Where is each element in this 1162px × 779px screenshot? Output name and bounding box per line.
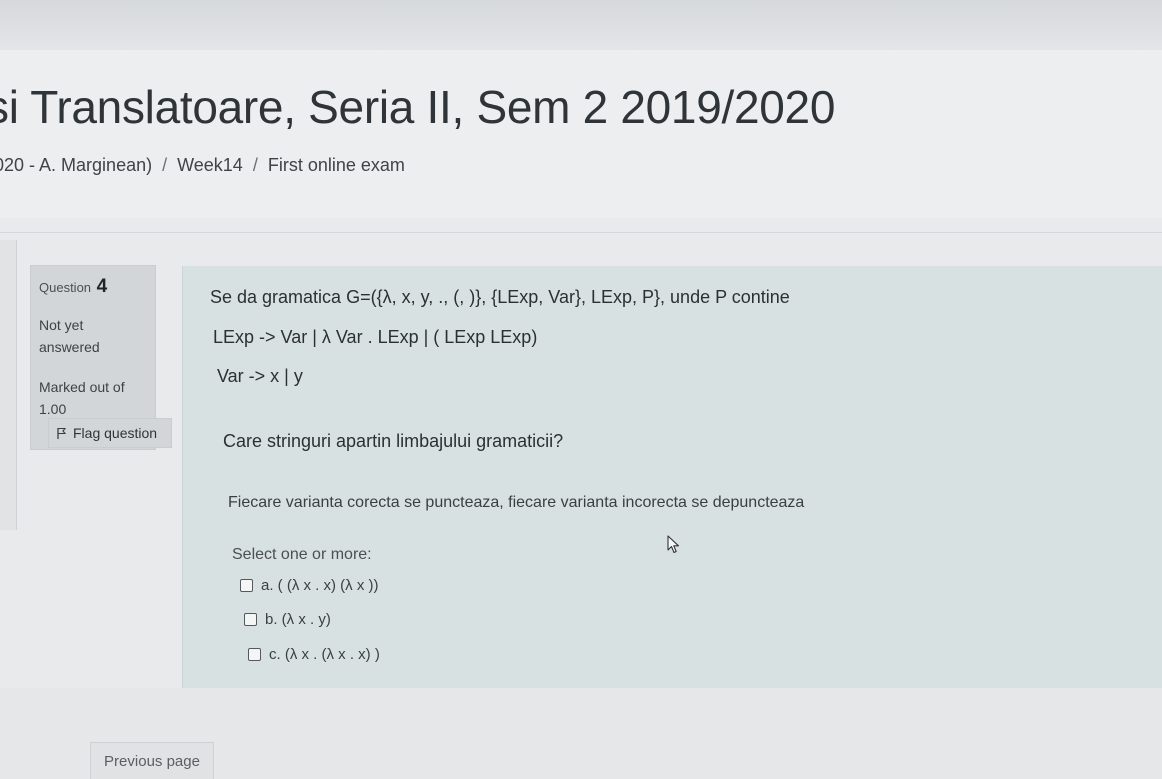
- question-label: Question: [39, 280, 92, 295]
- question-text-grammar: Se da gramatica G=({λ, x, y, ., (, )}, {…: [210, 287, 790, 307]
- mark-line2: 1.00: [39, 401, 67, 417]
- question-text-scoring: Fiecare varianta corecta se puncteaza, f…: [228, 494, 805, 511]
- page-title: și Translatoare, Seria II, Sem 2 2019/20…: [0, 81, 836, 133]
- answer-checkbox-a[interactable]: [240, 579, 253, 592]
- question-number-value: 4: [96, 276, 108, 297]
- mouse-cursor-icon: [667, 535, 680, 554]
- previous-page-button[interactable]: Previous page: [90, 742, 214, 779]
- question-text-ask: Care stringuri apartin limbajului gramat…: [223, 431, 564, 451]
- breadcrumb-item-exam[interactable]: First online exam: [268, 155, 405, 175]
- question-grade: Marked out of 1.00: [39, 376, 147, 420]
- answer-label-b: b. (λ x . y): [265, 611, 331, 628]
- answer-option-c[interactable]: c. (λ x . (λ x . x) ): [248, 646, 380, 663]
- breadcrumb-separator: /: [252, 155, 258, 175]
- flag-question-label: Flag question: [73, 425, 158, 441]
- answer-checkbox-c[interactable]: [248, 648, 261, 661]
- question-text-rule-lexp: LExp -> Var | λ Var . LExp | ( LExp LExp…: [213, 327, 538, 347]
- state-line1: Not yet: [39, 317, 84, 333]
- answer-checkbox-b[interactable]: [244, 613, 257, 626]
- breadcrumb-separator: /: [162, 155, 168, 175]
- answer-label-a: a. ( (λ x . x) (λ x )): [261, 577, 379, 594]
- answer-option-b[interactable]: b. (λ x . y): [244, 611, 331, 628]
- left-drawer-edge: [0, 240, 17, 530]
- browser-top-strip: [0, 0, 1162, 51]
- breadcrumb: 020 - A. Marginean) / Week14 / First online …: [0, 155, 405, 176]
- question-state: Not yet answered: [39, 314, 147, 358]
- answer-option-a[interactable]: a. ( (λ x . x) (λ x )): [240, 577, 379, 594]
- flag-question-button[interactable]: Flag question: [48, 418, 172, 448]
- state-line2: answered: [39, 339, 100, 355]
- breadcrumb-item-week[interactable]: Week14: [177, 155, 243, 175]
- screen: și Translatoare, Seria II, Sem 2 2019/20…: [0, 0, 1162, 779]
- mark-line1: Marked out of: [39, 379, 125, 395]
- breadcrumb-item-course[interactable]: 020 - A. Marginean): [0, 155, 152, 175]
- question-number: Question 4: [39, 276, 147, 298]
- answer-label-c: c. (λ x . (λ x . x) ): [269, 646, 380, 663]
- question-text-rule-var: Var -> x | y: [217, 366, 303, 386]
- page-header: [0, 50, 1162, 218]
- flag-icon: [57, 427, 67, 439]
- answer-prompt: Select one or more:: [232, 546, 372, 563]
